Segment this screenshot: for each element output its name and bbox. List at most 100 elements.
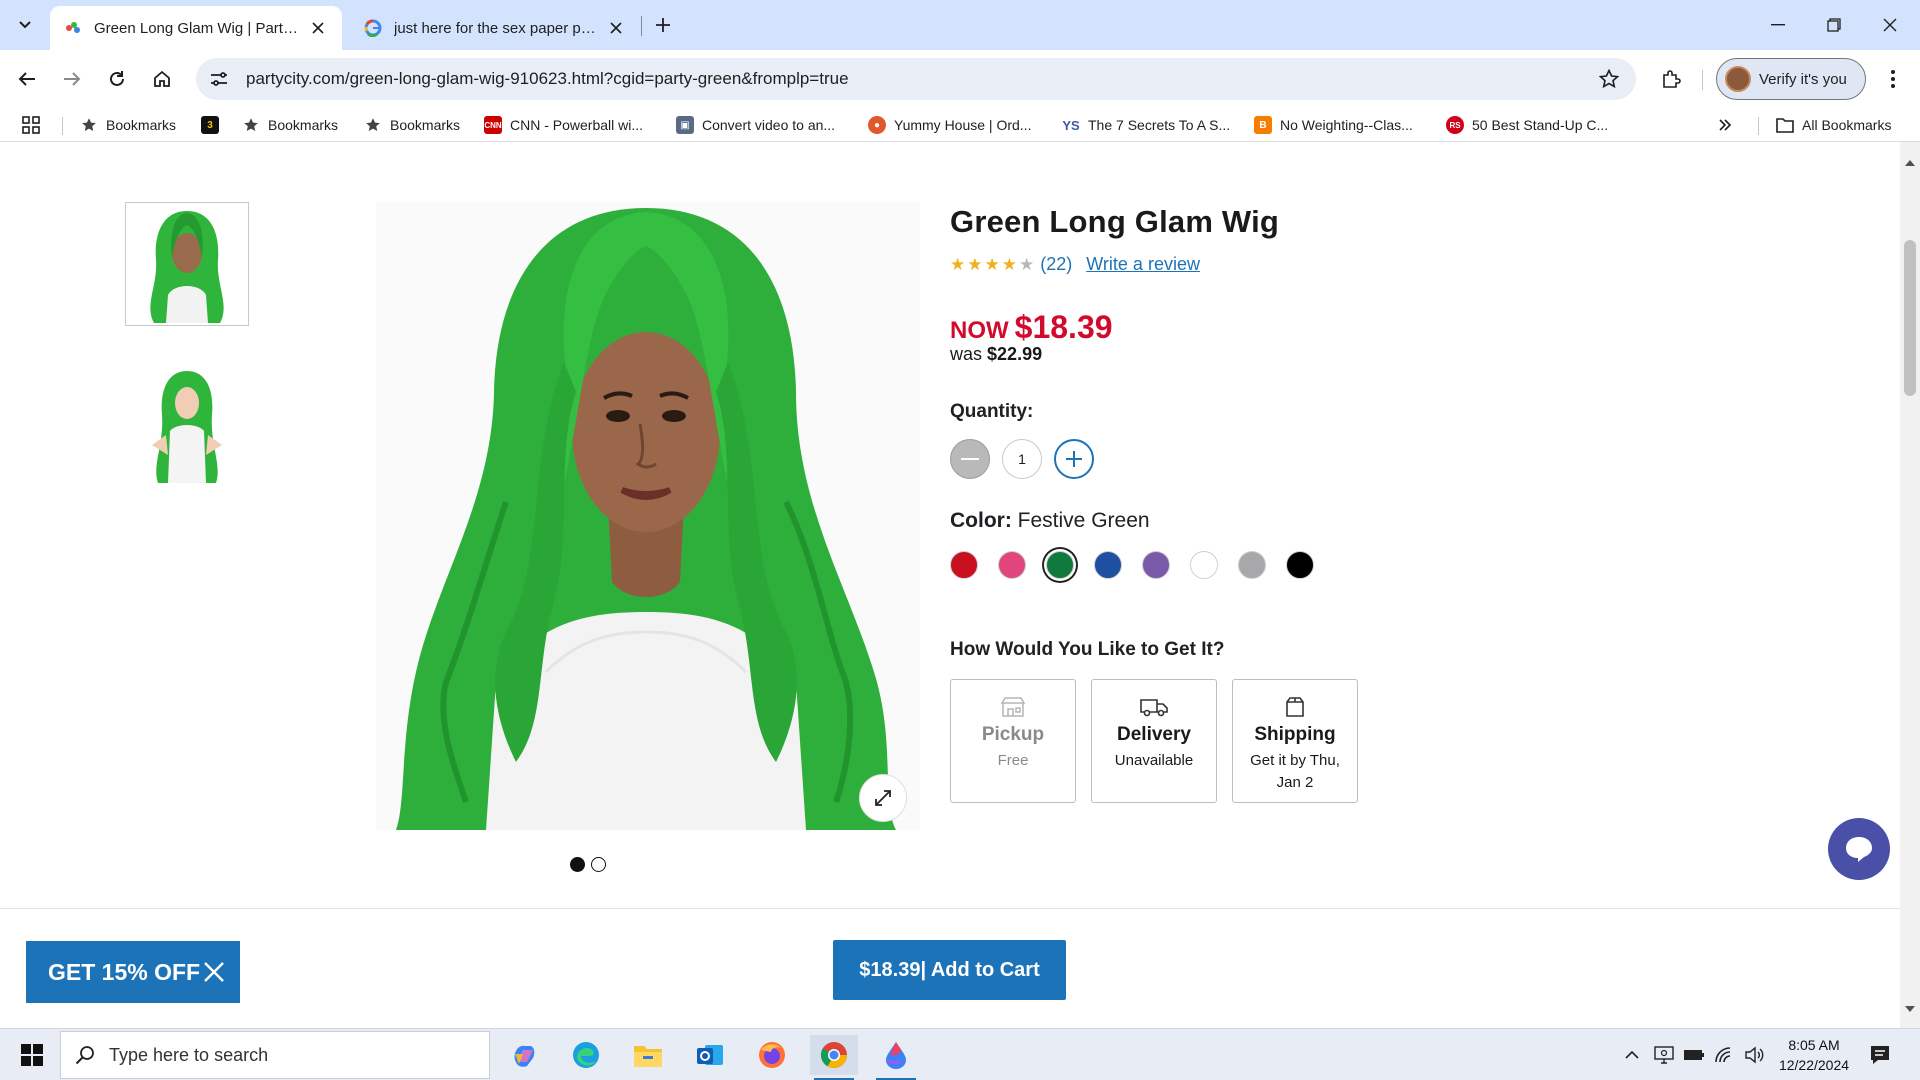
search-icon: [75, 1045, 95, 1065]
expand-image-button[interactable]: [859, 774, 907, 822]
bookmark-item[interactable]: B No Weighting--Clas...: [1254, 113, 1413, 137]
write-review-link[interactable]: Write a review: [1086, 254, 1200, 275]
copilot-app[interactable]: [500, 1035, 548, 1075]
reload-button[interactable]: [100, 62, 134, 96]
browser-menu-button[interactable]: [1876, 62, 1910, 96]
forward-button[interactable]: [55, 62, 89, 96]
bookmark-item[interactable]: ● Yummy House | Ord...: [868, 113, 1031, 137]
google-icon: [364, 19, 382, 37]
add-to-cart-button[interactable]: $18.39| Add to Cart: [833, 940, 1066, 1000]
fulfillment-title: How Would You Like to Get It?: [950, 639, 1225, 660]
color-swatch[interactable]: [1238, 551, 1266, 579]
tab-strip: Green Long Glam Wig | Party City just he…: [0, 0, 1920, 50]
notifications-button[interactable]: [1866, 1041, 1894, 1069]
taskbar-clock[interactable]: 8:05 AM 12/22/2024: [1768, 1035, 1860, 1075]
scroll-down-arrow-icon[interactable]: [1905, 1006, 1915, 1012]
star-icon: ★: [967, 254, 983, 274]
home-button[interactable]: [145, 62, 179, 96]
bookmark-item[interactable]: CNN CNN - Powerball wi...: [484, 113, 643, 137]
all-bookmarks-button[interactable]: All Bookmarks: [1776, 113, 1891, 137]
tab-google-search[interactable]: just here for the sex paper plates: [350, 6, 640, 50]
product-thumbnail-1[interactable]: [125, 202, 249, 326]
decrease-quantity-button[interactable]: [950, 439, 990, 479]
close-window-button[interactable]: [1862, 0, 1918, 50]
bookmark-item[interactable]: Bookmarks: [364, 113, 460, 137]
network-tray-button[interactable]: [1712, 1043, 1736, 1067]
paint-app[interactable]: [872, 1035, 920, 1080]
notification-icon: [1871, 1046, 1889, 1064]
arrow-left-icon: [18, 72, 35, 86]
increase-quantity-button[interactable]: [1054, 439, 1094, 479]
carousel-dot-2[interactable]: [591, 857, 606, 872]
product-main-image[interactable]: [376, 202, 920, 830]
volume-tray-button[interactable]: [1742, 1043, 1766, 1067]
outlook-app[interactable]: [686, 1035, 734, 1075]
start-button[interactable]: [10, 1037, 54, 1073]
page-scrollbar[interactable]: [1900, 142, 1920, 1028]
color-swatch[interactable]: [1286, 551, 1314, 579]
close-promo-icon[interactable]: [202, 960, 226, 984]
color-swatch[interactable]: [1046, 551, 1074, 579]
minimize-button[interactable]: [1750, 0, 1806, 50]
back-button[interactable]: [10, 62, 44, 96]
blogger-icon: B: [1254, 116, 1272, 134]
quantity-input[interactable]: 1: [1002, 439, 1042, 479]
product-thumbnail-2[interactable]: [125, 362, 249, 486]
firefox-app[interactable]: [748, 1035, 796, 1075]
scroll-up-arrow-icon[interactable]: [1905, 160, 1915, 166]
avatar: [1725, 66, 1751, 92]
bookmark-star-icon[interactable]: [1592, 62, 1626, 96]
star-rating[interactable]: ★ ★ ★ ★ ★: [950, 254, 1034, 274]
file-explorer-app[interactable]: [624, 1035, 672, 1075]
bookmark-item[interactable]: YS The 7 Secrets To A S...: [1062, 113, 1230, 137]
show-hidden-icons-button[interactable]: [1620, 1043, 1644, 1067]
close-tab-icon[interactable]: [308, 18, 328, 38]
site-info-icon[interactable]: [202, 62, 236, 96]
close-tab-icon[interactable]: [606, 18, 626, 38]
tab-search-button[interactable]: [8, 8, 42, 42]
app-icon: 3: [201, 116, 219, 134]
color-swatch[interactable]: [950, 551, 978, 579]
product-title: Green Long Glam Wig: [950, 204, 1280, 239]
new-tab-button[interactable]: [648, 10, 678, 40]
bookmark-item[interactable]: Bookmarks: [80, 113, 176, 137]
carousel-dot-1[interactable]: [570, 857, 585, 872]
page-viewport: Green Long Glam Wig ★ ★ ★ ★ ★ (22) Write…: [0, 142, 1920, 1028]
speaker-icon: [1745, 1046, 1764, 1064]
wig-front-thumbnail-image: [150, 211, 224, 323]
taskbar-search-input[interactable]: Type here to search: [60, 1031, 490, 1079]
color-label: Color:: [950, 509, 1012, 532]
home-icon: [154, 70, 170, 87]
verify-profile-button[interactable]: Verify it's you: [1716, 58, 1866, 100]
color-swatch[interactable]: [1190, 551, 1218, 579]
tab-party-city[interactable]: Green Long Glam Wig | Party City: [50, 6, 342, 50]
shipping-option[interactable]: Shipping Get it by Thu, Jan 2: [1232, 679, 1358, 803]
more-bookmarks-button[interactable]: [1718, 113, 1732, 137]
rating-count-link[interactable]: (22): [1040, 254, 1072, 275]
display-tray-button[interactable]: [1652, 1043, 1676, 1067]
promo-banner[interactable]: GET 15% OFF: [26, 941, 240, 1003]
star-icon: [364, 116, 382, 134]
pickup-option[interactable]: Pickup Free: [950, 679, 1076, 803]
battery-tray-button[interactable]: [1682, 1043, 1706, 1067]
apps-button[interactable]: [22, 113, 40, 137]
kebab-menu-icon: [1891, 70, 1895, 88]
bookmark-item[interactable]: 3: [201, 113, 227, 137]
address-bar[interactable]: partycity.com/green-long-glam-wig-910623…: [196, 58, 1636, 100]
edge-app[interactable]: [562, 1035, 610, 1075]
expand-icon: [875, 790, 891, 806]
extensions-button[interactable]: [1654, 62, 1688, 96]
restore-button[interactable]: [1806, 0, 1862, 50]
bookmark-item[interactable]: Bookmarks: [242, 113, 338, 137]
chat-button[interactable]: [1828, 818, 1890, 880]
bookmark-item[interactable]: ▣ Convert video to an...: [676, 113, 835, 137]
color-swatch[interactable]: [1142, 551, 1170, 579]
chrome-app[interactable]: [810, 1035, 858, 1080]
folder-icon: [1776, 116, 1794, 134]
color-swatch[interactable]: [1094, 551, 1122, 579]
url-text: partycity.com/green-long-glam-wig-910623…: [246, 69, 849, 88]
bookmark-item[interactable]: RS 50 Best Stand-Up C...: [1446, 113, 1608, 137]
color-swatch[interactable]: [998, 551, 1026, 579]
delivery-option[interactable]: Delivery Unavailable: [1091, 679, 1217, 803]
scrollbar-thumb[interactable]: [1904, 240, 1916, 396]
